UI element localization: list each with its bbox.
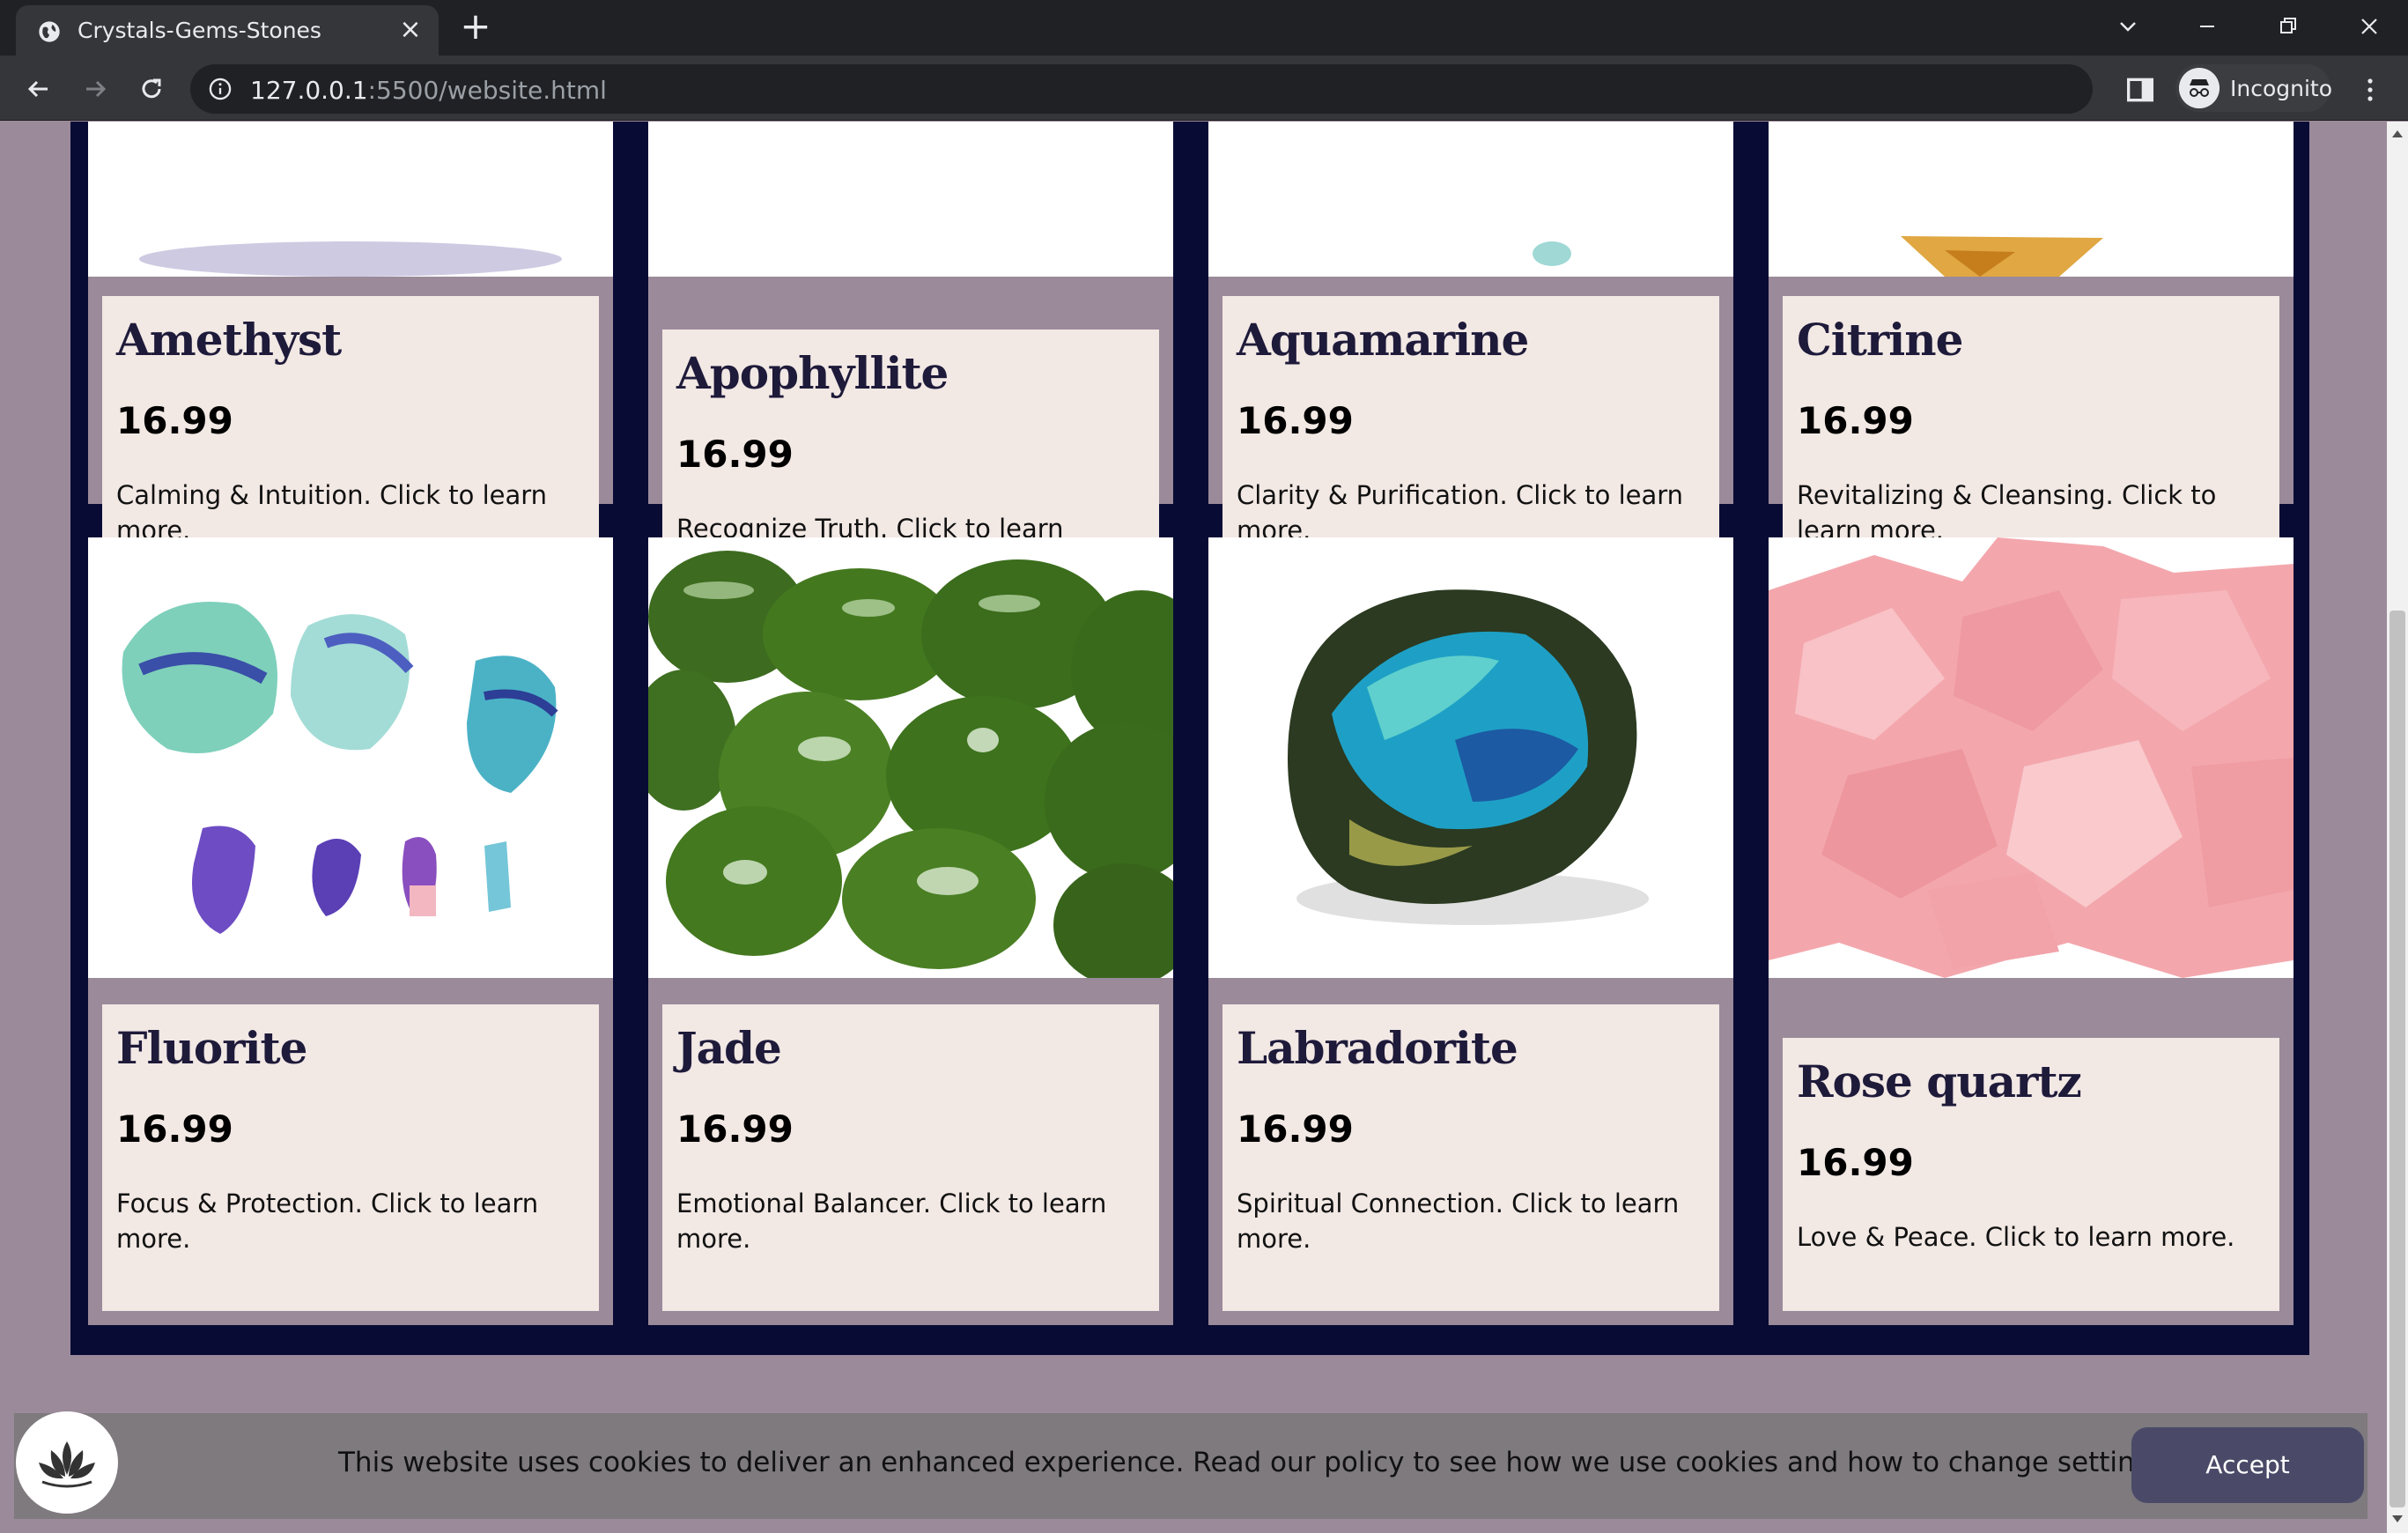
product-grid: Amethyst 16.99 Calming & Intuition. Clic… bbox=[70, 122, 2309, 1355]
new-tab-icon[interactable]: + bbox=[458, 8, 493, 45]
product-name: Rose quartz bbox=[1797, 1055, 2082, 1107]
product-card-citrine[interactable]: Citrine 16.99 Revitalizing & Cleansing. … bbox=[1769, 122, 2294, 603]
product-description: Spiritual Connection. Click to learn mor… bbox=[1237, 1189, 1680, 1254]
product-name: Amethyst bbox=[116, 314, 342, 366]
product-price: 16.99 bbox=[116, 399, 233, 442]
incognito-profile-button[interactable]: Incognito bbox=[2175, 64, 2333, 112]
incognito-icon bbox=[2179, 68, 2220, 108]
product-price: 16.99 bbox=[676, 1107, 794, 1151]
product-card-labradorite[interactable]: Labradorite 16.99 Spiritual Connection. … bbox=[1208, 537, 1733, 1325]
restore-icon[interactable] bbox=[2269, 7, 2308, 46]
product-price: 16.99 bbox=[116, 1107, 233, 1151]
info-icon[interactable] bbox=[208, 77, 233, 101]
product-description: Focus & Protection. Click to learn more. bbox=[116, 1189, 539, 1254]
scroll-up-arrow-icon[interactable] bbox=[2392, 130, 2403, 137]
product-name: Jade bbox=[676, 1022, 782, 1074]
product-image[interactable] bbox=[648, 537, 1173, 978]
product-price: 16.99 bbox=[1797, 399, 1914, 442]
tab-title: Crystals-Gems-Stones bbox=[78, 18, 321, 43]
globe-icon bbox=[39, 21, 60, 42]
cookie-message: This website uses cookies to deliver an … bbox=[338, 1447, 2175, 1478]
forward-arrow-icon[interactable] bbox=[76, 70, 114, 108]
jade-image bbox=[648, 537, 1173, 978]
product-card-body: Rose quartz 16.99 Love & Peace. Click to… bbox=[1783, 1038, 2279, 1311]
browser-toolbar: 127.0.0.1:5500/website.html bbox=[0, 56, 2408, 121]
url-host: 127.0.0.1 bbox=[250, 76, 368, 105]
tab-close-icon[interactable]: × bbox=[396, 16, 425, 44]
vertical-scrollbar[interactable] bbox=[2387, 122, 2408, 1533]
lotus-icon bbox=[39, 1441, 95, 1488]
product-image[interactable] bbox=[88, 122, 613, 277]
url-path: :5500/website.html bbox=[367, 76, 607, 105]
product-card-aquamarine[interactable]: Aquamarine 16.99 Clarity & Purification.… bbox=[1208, 122, 1733, 603]
aquamarine-image bbox=[1533, 241, 1571, 266]
page-viewport: Amethyst 16.99 Calming & Intuition. Clic… bbox=[0, 122, 2387, 1533]
product-card-apophyllite[interactable]: Apophyllite 16.99 Recognize Truth. Click… bbox=[648, 122, 1173, 603]
amethyst-image bbox=[139, 241, 562, 277]
product-name: Citrine bbox=[1797, 314, 1963, 366]
product-card-body: Labradorite 16.99 Spiritual Connection. … bbox=[1222, 1004, 1719, 1311]
browser-tabstrip: Crystals-Gems-Stones × + bbox=[0, 0, 2408, 56]
product-name: Labradorite bbox=[1237, 1022, 1518, 1074]
product-image[interactable] bbox=[648, 122, 1173, 277]
tab-search-chevron-icon[interactable] bbox=[2109, 7, 2147, 46]
close-window-icon[interactable] bbox=[2350, 7, 2389, 46]
browser-tab[interactable]: Crystals-Gems-Stones × bbox=[16, 5, 439, 56]
product-price: 16.99 bbox=[676, 433, 794, 476]
product-card-rose-quartz[interactable]: Rose quartz 16.99 Love & Peace. Click to… bbox=[1769, 537, 2294, 1325]
citrine-image bbox=[1901, 236, 2103, 277]
product-image[interactable] bbox=[88, 537, 613, 978]
accept-cookies-button[interactable]: Accept bbox=[2131, 1427, 2364, 1503]
product-card-body: Jade 16.99 Emotional Balancer. Click to … bbox=[662, 1004, 1159, 1311]
product-card-fluorite[interactable]: Fluorite 16.99 Focus & Protection. Click… bbox=[88, 537, 613, 1325]
cookie-banner: This website uses cookies to deliver an … bbox=[14, 1413, 2367, 1519]
product-price: 16.99 bbox=[1797, 1141, 1914, 1184]
scroll-down-arrow-icon[interactable] bbox=[2392, 1515, 2403, 1522]
product-price: 16.99 bbox=[1237, 399, 1354, 442]
labradorite-image bbox=[1288, 589, 1649, 925]
address-bar[interactable]: 127.0.0.1:5500/website.html bbox=[190, 64, 2260, 114]
product-image[interactable] bbox=[1769, 537, 2294, 978]
product-card-body: Fluorite 16.99 Focus & Protection. Click… bbox=[102, 1004, 599, 1311]
product-name: Apophyllite bbox=[676, 347, 949, 399]
side-panel-icon[interactable] bbox=[2123, 72, 2158, 107]
fluorite-image bbox=[122, 602, 558, 934]
product-description: Emotional Balancer. Click to learn more. bbox=[676, 1189, 1107, 1254]
reload-icon[interactable] bbox=[132, 70, 171, 108]
product-description: Love & Peace. Click to learn more. bbox=[1797, 1222, 2235, 1252]
product-image[interactable] bbox=[1769, 122, 2294, 277]
back-arrow-icon[interactable] bbox=[19, 70, 58, 108]
incognito-label: Incognito bbox=[2230, 76, 2333, 101]
scrollbar-thumb[interactable] bbox=[2390, 611, 2405, 1507]
minimize-icon[interactable] bbox=[2188, 7, 2227, 46]
lotus-badge[interactable] bbox=[16, 1411, 118, 1514]
product-name: Fluorite bbox=[116, 1022, 307, 1074]
product-card-jade[interactable]: Jade 16.99 Emotional Balancer. Click to … bbox=[648, 537, 1173, 1325]
rose-quartz-image bbox=[1769, 537, 2294, 978]
product-name: Aquamarine bbox=[1237, 314, 1529, 366]
browser-menu-icon[interactable] bbox=[2357, 70, 2383, 109]
product-image[interactable] bbox=[1208, 537, 1733, 978]
url-text: 127.0.0.1:5500/website.html bbox=[250, 76, 607, 105]
product-card-amethyst[interactable]: Amethyst 16.99 Calming & Intuition. Clic… bbox=[88, 122, 613, 603]
product-image[interactable] bbox=[1208, 122, 1733, 277]
product-price: 16.99 bbox=[1237, 1107, 1354, 1151]
